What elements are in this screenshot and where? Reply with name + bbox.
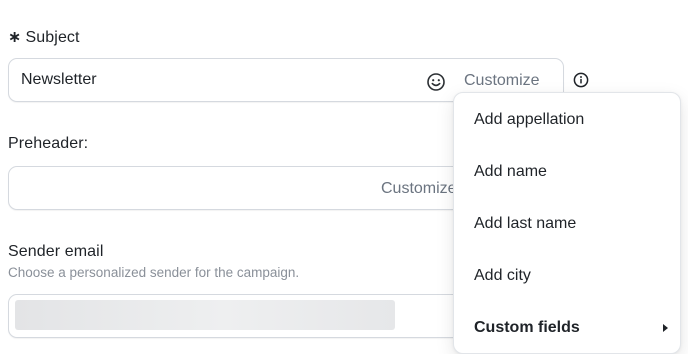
subject-customize-button[interactable]: Customize (464, 72, 540, 90)
subject-label-text: Subject (25, 29, 80, 46)
preheader-label: Preheader: (8, 135, 89, 152)
menu-item-label: Add name (474, 163, 547, 180)
menu-item-label: Add city (474, 267, 531, 284)
menu-item-add-appellation[interactable]: Add appellation (454, 94, 680, 146)
info-icon[interactable] (573, 72, 589, 88)
menu-item-add-last-name[interactable]: Add last name (454, 198, 680, 250)
smiley-icon[interactable] (426, 72, 446, 92)
menu-item-label: Add last name (474, 215, 577, 232)
email-campaign-form: ∗ Subject Newsletter Customize Preheader:… (0, 0, 688, 354)
sender-email-label: Sender email (8, 243, 104, 260)
menu-item-custom-fields[interactable]: Custom fields (454, 302, 680, 353)
preheader-customize-button[interactable]: Customize (381, 180, 457, 198)
chevron-right-icon (663, 324, 668, 332)
customize-dropdown-menu: Add appellation Add name Add last name A… (453, 92, 681, 354)
menu-item-label: Add appellation (474, 111, 585, 128)
sender-email-helper-text: Choose a personalized sender for the cam… (8, 265, 300, 280)
menu-item-label: Custom fields (474, 319, 580, 336)
menu-item-add-city[interactable]: Add city (454, 250, 680, 302)
subject-label: ∗ Subject (8, 27, 80, 47)
loading-skeleton (15, 300, 395, 330)
menu-item-add-name[interactable]: Add name (454, 146, 680, 198)
subject-value[interactable]: Newsletter (21, 71, 97, 89)
required-asterisk: ∗ (8, 29, 22, 46)
